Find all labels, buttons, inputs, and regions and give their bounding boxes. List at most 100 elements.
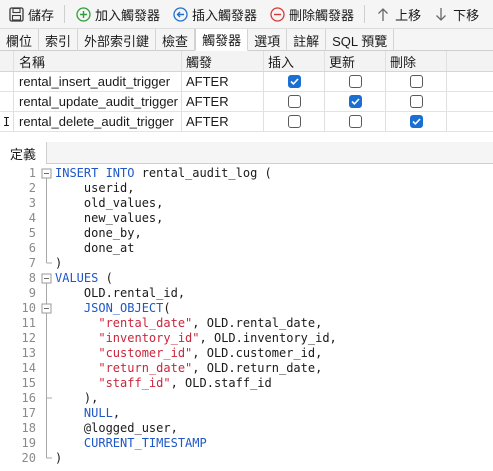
code-line: 9 OLD.rental_id,	[0, 286, 493, 301]
tab-triggers[interactable]: 觸發器	[195, 29, 249, 51]
table-row[interactable]: rental_update_audit_trigger AFTER	[0, 92, 493, 112]
insert-checkbox[interactable]	[287, 115, 301, 128]
insert-trigger-button[interactable]: 插入觸發器	[168, 2, 261, 26]
line-number: 6	[28, 241, 36, 255]
trigger-name-cell[interactable]: rental_update_audit_trigger	[14, 92, 182, 111]
code-line: 1 INSERT INTO rental_audit_log (	[0, 166, 493, 181]
save-label: 儲存	[28, 7, 55, 23]
delete-checkbox[interactable]	[409, 95, 423, 108]
tab-fields[interactable]: 欄位	[0, 29, 40, 51]
move-down-button[interactable]: 下移	[429, 2, 483, 26]
line-number: 12	[21, 331, 36, 345]
code-text: userid,	[55, 181, 135, 195]
arrow-up-icon	[375, 6, 391, 22]
insert-trigger-label: 插入觸發器	[192, 7, 258, 23]
tab-comments[interactable]: 註解	[287, 29, 327, 51]
editor-tabs: 欄位 索引 外部索引鍵 檢查 觸發器 選項 註解 SQL 預覽	[0, 29, 493, 51]
arrow-left-circle-icon	[172, 6, 188, 22]
column-header-update[interactable]: 更新	[325, 51, 386, 71]
line-number: 15	[21, 376, 36, 390]
line-number: 3	[28, 196, 36, 210]
row-header[interactable]	[0, 92, 14, 111]
line-number: 13	[21, 346, 36, 360]
code-line: 6 done_at	[0, 241, 493, 256]
save-icon	[8, 6, 24, 22]
tab-indexes[interactable]: 索引	[39, 29, 79, 51]
code-text: NULL,	[83, 406, 121, 420]
tab-definition[interactable]: 定義	[0, 142, 48, 164]
trigger-insert-cell	[264, 92, 325, 111]
line-number: 5	[28, 226, 36, 240]
line-number: 19	[21, 436, 36, 450]
trigger-insert-cell	[264, 72, 325, 91]
trigger-fires-cell[interactable]: AFTER	[182, 112, 264, 131]
insert-checkbox[interactable]	[287, 75, 301, 88]
code-line: 20)	[0, 451, 493, 466]
update-checkbox[interactable]	[348, 115, 362, 128]
code-line: 2 userid,	[0, 181, 493, 196]
table-row[interactable]: Irental_delete_audit_trigger AFTER	[0, 112, 493, 132]
line-number: 9	[28, 286, 36, 300]
line-number: 18	[21, 421, 36, 435]
insert-checkbox[interactable]	[287, 95, 301, 108]
tab-checks[interactable]: 檢查	[156, 29, 196, 51]
line-number: 14	[21, 361, 36, 375]
line-number: 16	[21, 391, 36, 405]
move-down-label: 下移	[453, 7, 480, 23]
line-number: 7	[28, 256, 36, 270]
update-checkbox[interactable]	[348, 75, 362, 88]
line-number: 10	[21, 301, 36, 315]
trigger-name-cell[interactable]: rental_delete_audit_trigger	[14, 112, 182, 131]
table-header: 名稱 觸發 插入 更新 刪除	[0, 51, 493, 72]
row-header[interactable]: I	[0, 112, 14, 131]
trigger-delete-cell	[386, 112, 447, 131]
toolbar-separator	[64, 5, 66, 23]
update-checkbox[interactable]	[348, 95, 362, 108]
tab-foreign-keys[interactable]: 外部索引鍵	[78, 29, 157, 51]
minus-circle-icon	[269, 6, 285, 22]
move-up-button[interactable]: 上移	[371, 2, 425, 26]
code-text: )	[55, 256, 63, 270]
column-header-insert[interactable]: 插入	[264, 51, 325, 71]
column-header-delete[interactable]: 刪除	[386, 51, 447, 71]
code-text: new_values,	[55, 211, 164, 225]
column-header-fires[interactable]: 觸發	[182, 51, 264, 71]
add-trigger-button[interactable]: 加入觸發器	[71, 2, 164, 26]
code-text: ),	[55, 391, 99, 405]
delete-checkbox[interactable]	[409, 115, 423, 128]
plus-circle-icon	[75, 6, 91, 22]
column-header-name[interactable]: 名稱	[14, 51, 182, 71]
code-text: "return_date", OLD.return_date,	[98, 361, 323, 375]
code-line: 17 NULL,	[0, 406, 493, 421]
code-line: 14 "return_date", OLD.return_date,	[0, 361, 493, 376]
code-text: done_at	[55, 241, 135, 255]
toolbar: 儲存 加入觸發器 插入觸發器 刪除觸發器 上移 下移	[0, 0, 493, 29]
code-text: old_values,	[55, 196, 164, 210]
code-line: 10 JSON_OBJECT(	[0, 301, 493, 316]
code-text: done_by,	[55, 226, 142, 240]
trigger-fires-cell[interactable]: AFTER	[182, 92, 264, 111]
delete-trigger-label: 刪除觸發器	[289, 7, 355, 23]
code-text: @logged_user,	[55, 421, 178, 435]
line-number: 2	[28, 181, 36, 195]
save-button[interactable]: 儲存	[4, 2, 58, 26]
tab-options[interactable]: 選項	[248, 29, 288, 51]
line-number: 17	[21, 406, 36, 420]
tab-sql-preview[interactable]: SQL 預覽	[326, 29, 395, 51]
code-line: 8 VALUES (	[0, 271, 493, 286]
trigger-name-cell[interactable]: rental_insert_audit_trigger	[14, 72, 182, 91]
table-row[interactable]: rental_insert_audit_trigger AFTER	[0, 72, 493, 92]
code-line: 4 new_values,	[0, 211, 493, 226]
line-number: 11	[21, 316, 36, 330]
add-trigger-label: 加入觸發器	[95, 7, 161, 23]
code-editor[interactable]: 1 INSERT INTO rental_audit_log (2 userid,…	[0, 164, 493, 471]
code-line: 19 CURRENT_TIMESTAMP	[0, 436, 493, 451]
line-number: 8	[28, 271, 36, 285]
trigger-fires-cell[interactable]: AFTER	[182, 72, 264, 91]
delete-trigger-button[interactable]: 刪除觸發器	[265, 2, 358, 26]
code-text: OLD.rental_id,	[55, 286, 186, 300]
code-text: )	[55, 451, 63, 465]
arrow-down-icon	[433, 6, 449, 22]
row-header[interactable]	[0, 72, 14, 91]
delete-checkbox[interactable]	[409, 75, 423, 88]
